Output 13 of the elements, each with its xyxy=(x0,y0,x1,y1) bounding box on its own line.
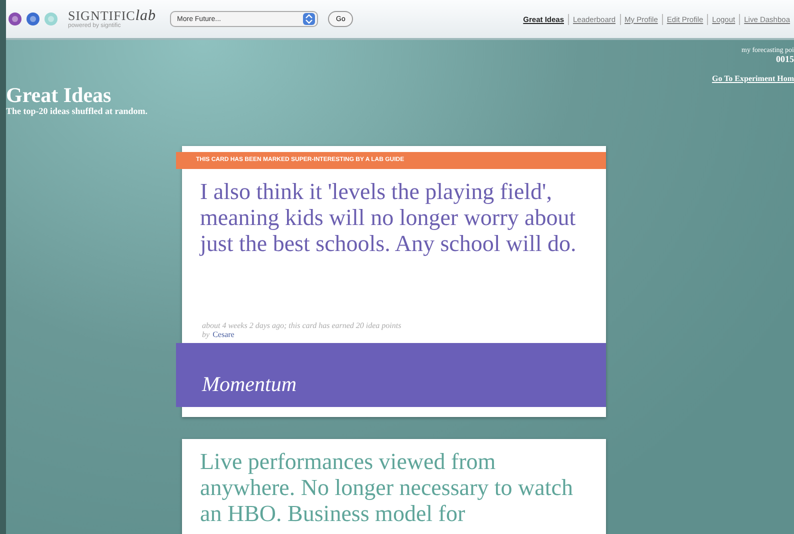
app-icon[interactable] xyxy=(8,12,22,26)
page-title: Great Ideas xyxy=(6,84,112,106)
site-logo[interactable]: SIGNTIFIClab xyxy=(68,9,156,23)
points-value: 0015 xyxy=(776,54,794,64)
card-meta: about 4 weeks 2 days ago; this card has earned 20 idea points xyxy=(201,320,402,330)
page-subtitle: The top-20 ideas shuffled at random. xyxy=(6,106,148,116)
idea-text: I also think it 'levels the playing field', meaning kids will no longer worry about just the best schools. Any school will do. xyxy=(198,178,578,258)
author-link[interactable]: Cesare xyxy=(212,330,234,339)
experiment-link[interactable]: Go To Experiment Hom xyxy=(712,74,794,83)
idea-text: Live performances viewed from anywhere. No longer necessary to watch an HBO. Business model for xyxy=(199,448,574,528)
stepper-icon xyxy=(303,13,316,25)
category-label: Momentum xyxy=(202,372,296,397)
by-label: by xyxy=(202,330,210,339)
